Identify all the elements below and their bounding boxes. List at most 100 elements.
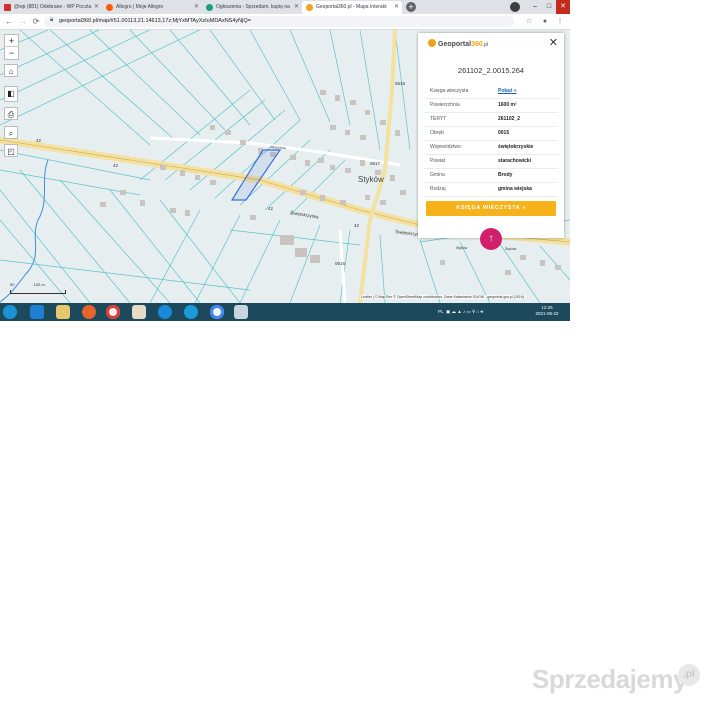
geoportal-logo-icon (428, 39, 436, 47)
row-value: 1600 m² (498, 102, 517, 108)
tab-close-icon[interactable]: ✕ (394, 1, 399, 14)
tab-ogloszenia[interactable]: Ogłoszenia - Sprzedam, kupię na ✕ (202, 1, 302, 14)
file-explorer-icon[interactable] (56, 305, 70, 319)
row-key: Księga wieczysta (430, 88, 469, 94)
info-row: Województwo świętokrzyskie (424, 140, 558, 155)
browser-profile-icon[interactable] (510, 2, 520, 12)
tab-close-icon[interactable]: ✕ (94, 1, 99, 14)
row-key: Obręb (430, 130, 444, 136)
lock-icon[interactable]: 🔒︎ (50, 17, 53, 24)
allegro-favicon-icon (106, 4, 113, 11)
row-key: Gmina (430, 172, 445, 178)
start-button-icon[interactable] (3, 305, 17, 319)
scale-bar (10, 290, 66, 294)
road-label-42: 42 (268, 206, 274, 211)
measure-icon[interactable]: ◰ (4, 144, 18, 157)
edge-legacy-icon[interactable] (184, 305, 198, 319)
info-row: Obręb 0015 (424, 126, 558, 141)
parcel-info-panel: Geoportal360.pl ✕ 261102_2.0015.264 Księ… (418, 33, 564, 238)
tab-label: @wp (881) Odebrane - WP Poczta (14, 4, 92, 10)
watermark-badge: .pl (678, 664, 700, 686)
reload-icon[interactable]: ⟳ (31, 15, 41, 28)
row-value: Brody (498, 172, 513, 178)
row-value: starachowicki (498, 158, 532, 164)
scale-label: 50 100 m (10, 282, 45, 287)
app-window-icon[interactable] (234, 305, 248, 319)
firefox-icon[interactable] (82, 305, 96, 319)
close-window-button[interactable]: ✕ (556, 0, 570, 14)
brand-a: Geoportal (438, 41, 472, 48)
scale-b: 100 m (33, 282, 45, 287)
search-icon[interactable]: ⌕ (4, 126, 18, 139)
road-label-0617: 0617 (370, 161, 381, 166)
row-key: Rodzaj (430, 186, 446, 192)
tab-close-icon[interactable]: ✕ (294, 1, 299, 14)
maximize-button[interactable]: □ (542, 0, 556, 14)
zoom-out-button[interactable]: − (5, 47, 18, 59)
new-tab-button[interactable]: + (406, 2, 416, 12)
tab-geoportal[interactable]: Geoportal360.pl - Mapa Interakt ✕ (302, 1, 402, 14)
browser-toolbar: ← → ⟳ 🔒︎ geoportal360.pl/map/#51.00113,2… (0, 14, 570, 30)
url-text[interactable]: geoportal360.pl/map/#51.00113,21.14613,1… (59, 16, 251, 27)
brand-c: .pl (482, 42, 489, 48)
layers-icon[interactable]: ◧ (4, 86, 18, 102)
info-row: Księga wieczysta Pokaż » (424, 84, 558, 99)
edge-icon[interactable] (158, 305, 172, 319)
zoom-in-button[interactable]: + (5, 35, 18, 47)
row-key: TERYT (430, 116, 447, 122)
sprzedajemy-watermark: Sprzedajemy (532, 664, 687, 694)
geoportal-favicon-icon (306, 4, 313, 11)
land-register-button[interactable]: KSIĘGA WIECZYSTA » (426, 201, 556, 216)
back-icon[interactable]: ← (4, 15, 14, 28)
clock-date: 2021-06-22 (535, 311, 559, 316)
zoom-control: + − (4, 34, 19, 60)
geoportal-logo: Geoportal360.pl (428, 39, 488, 48)
tab-close-icon[interactable]: ✕ (194, 1, 199, 14)
language-indicator[interactable]: PL (438, 309, 444, 314)
tab-strip: @wp (881) Odebrane - WP Poczta ✕ Allegro… (0, 0, 570, 14)
system-tray[interactable]: PL ▣ ☁ ▲ ♪ ▭ ⚲ ⌂ 🔊︎ (438, 303, 483, 321)
chrome-icon[interactable] (106, 305, 120, 319)
land-register-link[interactable]: Pokaż » (498, 84, 517, 98)
row-value: gmina wiejska (498, 186, 532, 192)
menu-dots-icon[interactable]: ⋮ (555, 15, 565, 28)
bookmark-star-icon[interactable]: ☆ (524, 15, 534, 28)
map-attribution: Leaflet | © MapTiler © OpenStreetMap con… (360, 295, 526, 299)
clock[interactable]: 12:26 2021-06-22 (528, 305, 566, 317)
minimize-button[interactable]: – (528, 0, 542, 14)
tab-label: Ogłoszenia - Sprzedam, kupię na (216, 4, 290, 10)
scroll-up-button[interactable]: ↑ (480, 228, 502, 250)
tab-label: Allegro | Moje Allegro (116, 4, 164, 10)
row-value: 261102_2 (498, 116, 520, 122)
chrome-profile-icon[interactable] (210, 305, 224, 319)
row-value: świętokrzyskie (498, 144, 534, 150)
windows-taskbar: PL ▣ ☁ ▲ ♪ ▭ ⚲ ⌂ 🔊︎ 12:26 2021-06-22 (0, 303, 570, 321)
road-label-0616: 0616 (335, 261, 346, 266)
row-key: Województwo (430, 144, 461, 150)
info-row: Rodzaj gmina wiejska (424, 182, 558, 197)
info-row: Gmina Brody (424, 168, 558, 183)
row-key: Powiat (430, 158, 446, 164)
place-label: Styków (358, 175, 384, 184)
close-panel-button[interactable]: ✕ (549, 36, 558, 49)
home-icon[interactable]: ⌂ (4, 64, 18, 77)
print-icon[interactable]: ⎙ (4, 107, 18, 120)
info-row: TERYT 261102_2 (424, 112, 558, 127)
scale-a: 50 (10, 282, 15, 287)
row-key: Powierzchnia (430, 102, 460, 108)
road-label-0615: 0615 (395, 81, 406, 86)
road-label-42: 42 (36, 138, 42, 143)
tab-label: Geoportal360.pl - Mapa Interakt (316, 4, 387, 10)
ie-icon[interactable] (30, 305, 44, 319)
account-icon[interactable]: ● (540, 15, 550, 28)
road-label-42: 42 (113, 163, 119, 168)
media-player-icon[interactable] (132, 305, 146, 319)
row-value: 0015 (498, 130, 510, 136)
stop-label: Styków (505, 247, 517, 251)
info-row: Powierzchnia 1600 m² (424, 98, 558, 113)
brand-b: 360 (471, 41, 483, 48)
forward-icon[interactable]: → (18, 15, 28, 28)
tab-wp-poczta[interactable]: @wp (881) Odebrane - WP Poczta ✕ (0, 1, 102, 14)
road-label-42: 42 (354, 223, 360, 228)
tab-allegro[interactable]: Allegro | Moje Allegro ✕ (102, 1, 202, 14)
